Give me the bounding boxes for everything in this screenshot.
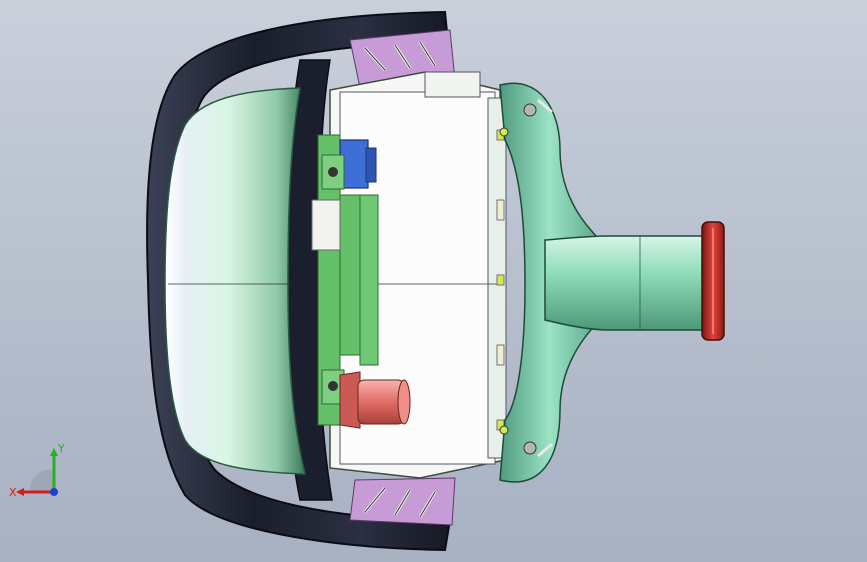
x-axis-label: X — [9, 486, 17, 499]
z-axis-dot — [50, 488, 58, 496]
clip-bottom — [349, 477, 456, 526]
y-axis-label: Y — [57, 442, 65, 455]
triad-plane-icon — [29, 469, 54, 492]
coordinate-triad: X Y — [9, 442, 65, 499]
cad-viewport[interactable]: X Y — [0, 0, 867, 562]
cad-model[interactable] — [0, 0, 867, 562]
red-flange[interactable] — [701, 221, 725, 341]
flange-pipe[interactable] — [544, 235, 713, 331]
lens-cover[interactable] — [164, 87, 306, 475]
